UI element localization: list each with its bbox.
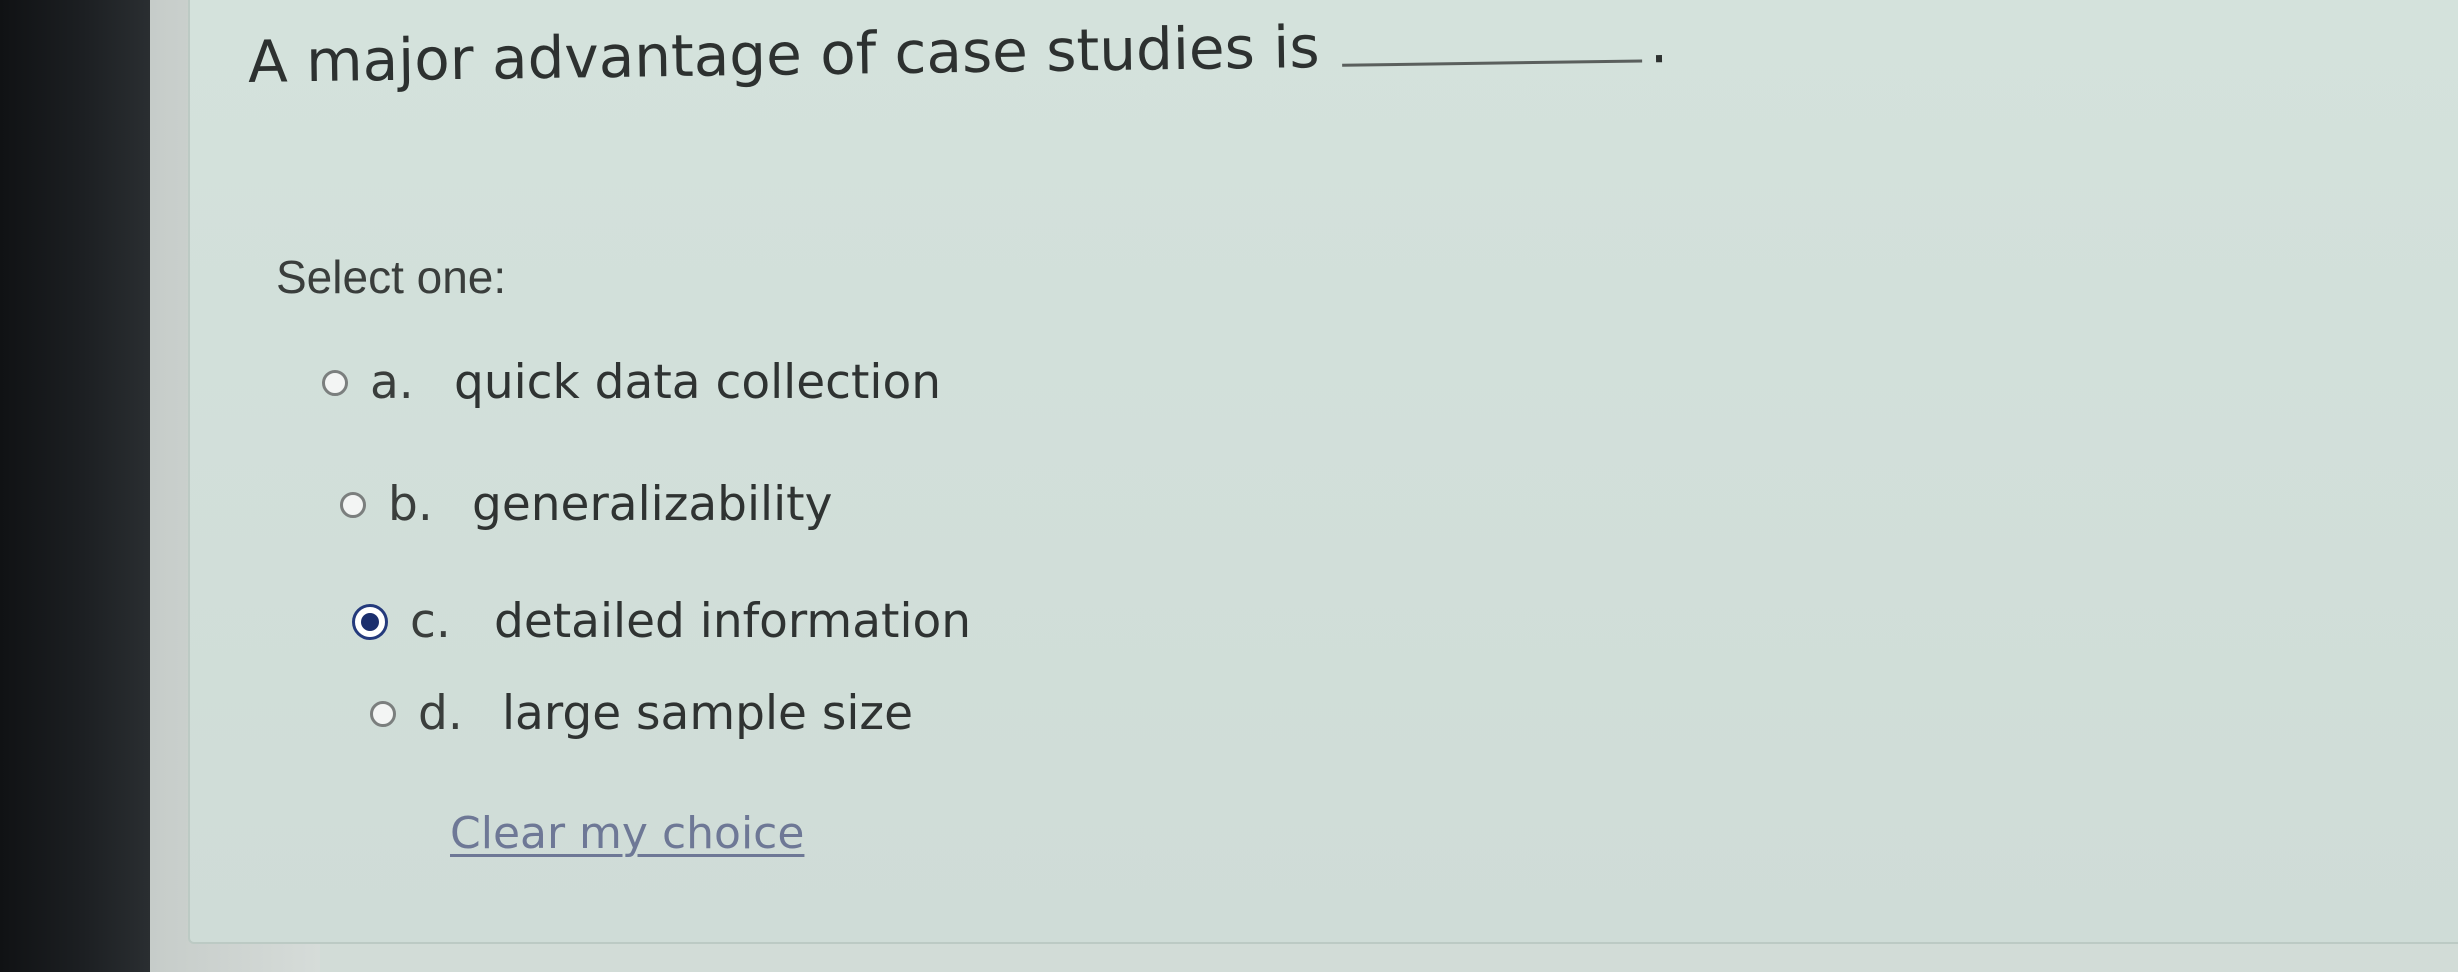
option-letter-b: b. [388,477,433,532]
option-letter-d: d. [418,686,463,741]
option-label-b[interactable]: generalizability [472,477,832,532]
option-d[interactable]: d. large sample size [370,686,913,741]
screen-bezel [0,0,150,972]
radio-button-d[interactable] [370,700,396,727]
question-period: . [1649,8,1669,77]
option-c[interactable]: c. detailed information [352,594,971,649]
answer-blank [1341,59,1642,67]
select-one-prompt: Select one: [276,251,507,303]
option-letter-c: c. [410,594,451,649]
clear-choice-link[interactable]: Clear my choice [450,808,804,859]
option-a[interactable]: a. quick data collection [322,355,941,410]
option-label-c[interactable]: detailed information [494,594,971,649]
option-letter-a: a. [370,355,414,410]
option-label-a[interactable]: quick data collection [454,355,941,410]
radio-button-c[interactable] [352,603,388,640]
question-panel [188,0,2458,944]
option-label-d[interactable]: large sample size [502,686,913,741]
radio-button-a[interactable] [322,369,348,396]
option-b[interactable]: b. generalizability [340,477,832,532]
radio-button-b[interactable] [340,491,366,518]
